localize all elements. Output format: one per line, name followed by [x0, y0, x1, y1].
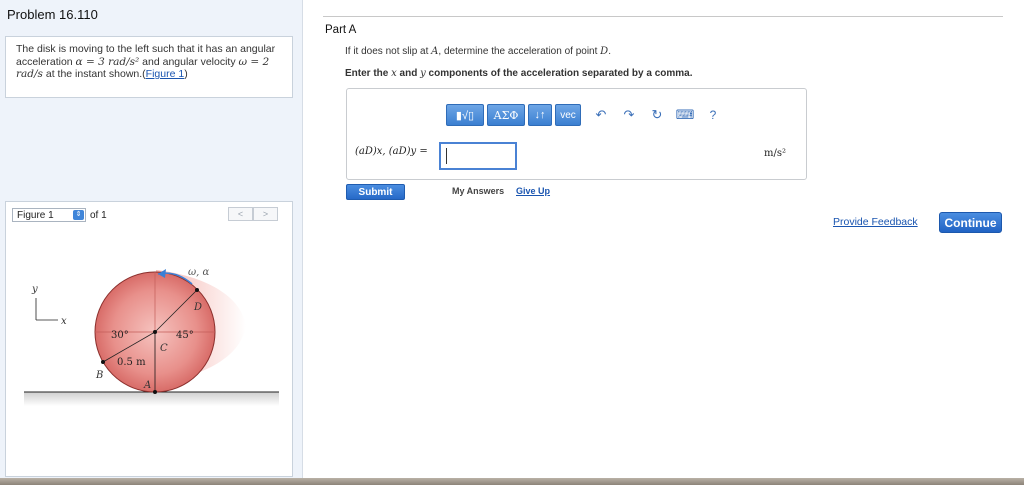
figure-toolbar: Figure 1 ⇕ of 1: [12, 208, 107, 222]
label-A: A: [143, 380, 151, 391]
instruction-a: Enter the: [345, 68, 392, 79]
greek-symbols-button[interactable]: ΑΣΦ: [487, 104, 525, 126]
submit-button[interactable]: Submit: [346, 184, 405, 200]
templates-button[interactable]: ▮√▯: [446, 104, 484, 126]
answer-box: ▮√▯ ΑΣΦ ↓↑ vec ↶ ↷ ↻ ⌨ ? (aD)x, (aD)y = …: [346, 88, 807, 180]
label-D: D: [193, 302, 202, 313]
question-c: .: [608, 46, 611, 57]
vector-button[interactable]: vec: [555, 104, 581, 126]
figure-nav: < >: [228, 207, 278, 221]
figure-select-value: Figure 1: [17, 209, 54, 221]
next-figure-button[interactable]: >: [253, 207, 278, 221]
instruction-text: Enter the x and y components of the acce…: [345, 68, 693, 79]
arrows-button[interactable]: ↓↑: [528, 104, 552, 126]
math-toolbar: ▮√▯ ΑΣΦ ↓↑ vec ↶ ↷ ↻ ⌨ ?: [446, 104, 724, 126]
problem-text-line-1: The disk is moving to the left such that…: [16, 43, 276, 55]
problem-text-2a: acceleration: [16, 55, 76, 68]
question-text: If it does not slip at A, determine the …: [345, 46, 611, 57]
question-b: , determine the acceleration of point: [438, 46, 601, 57]
figure-count: of 1: [90, 209, 107, 221]
problem-statement: The disk is moving to the left such that…: [5, 36, 293, 98]
answer-unit: m/s²: [764, 148, 786, 159]
problem-text-line-2: acceleration α = 3 rad/s² and angular ve…: [16, 56, 282, 69]
label-C: C: [160, 343, 168, 354]
label-y: y: [31, 284, 38, 295]
continue-button[interactable]: Continue: [939, 212, 1002, 233]
keyboard-icon[interactable]: ⌨: [674, 104, 696, 126]
window-bottom-edge: [0, 478, 1024, 485]
disk-figure: y x ω, α D C B A 30° 45° 0.5 m: [24, 267, 279, 406]
point-D: [195, 288, 199, 292]
equation-label: (aD)x, (aD)y =: [355, 146, 428, 157]
figure-link[interactable]: Figure 1: [146, 68, 185, 80]
question-point-D: D: [600, 46, 609, 57]
figure-select[interactable]: Figure 1 ⇕: [12, 208, 86, 222]
ground-shade: [24, 392, 279, 406]
point-C: [153, 330, 157, 334]
my-answers-label: My Answers: [452, 186, 505, 196]
part-title: Part A: [325, 24, 357, 36]
label-30-deg: 30°: [111, 330, 129, 341]
label-45-deg: 45°: [176, 330, 194, 341]
point-A: [153, 390, 157, 394]
provide-feedback-link[interactable]: Provide Feedback: [833, 216, 918, 228]
answer-input[interactable]: [439, 142, 517, 170]
problem-text-line-3: rad/s at the instant shown.(Figure 1): [16, 68, 282, 81]
problem-text-3b: at the instant shown.(: [42, 68, 146, 80]
question-a: If it does not slip at: [345, 46, 432, 57]
label-x: x: [61, 316, 67, 327]
label-omega-alpha: ω, α: [188, 267, 210, 278]
problem-title: Problem 16.110: [7, 7, 98, 22]
instruction-c: components of the acceleration separated…: [425, 68, 693, 79]
figure-viewer: Figure 1 ⇕ of 1 < > y x ω, α D C B A 30°…: [5, 201, 293, 477]
point-B: [101, 360, 105, 364]
redo-icon[interactable]: ↷: [618, 104, 640, 126]
alpha-value: α = 3 rad/s²: [75, 55, 140, 68]
give-up-link[interactable]: Give Up: [516, 186, 550, 196]
problem-text-2b: and angular velocity: [139, 55, 239, 68]
text-caret: [446, 148, 447, 164]
label-B: B: [95, 370, 103, 381]
omega-unit: rad/s: [16, 68, 43, 80]
reset-icon[interactable]: ↻: [646, 104, 668, 126]
problem-panel: Problem 16.110 The disk is moving to the…: [0, 0, 303, 485]
select-arrows-icon: ⇕: [73, 210, 84, 220]
label-radius: 0.5 m: [117, 357, 146, 368]
problem-text-3c: ): [184, 68, 188, 80]
help-icon[interactable]: ?: [702, 104, 724, 126]
instruction-b: and: [396, 68, 421, 79]
omega-value: ω = 2: [238, 55, 270, 68]
undo-icon[interactable]: ↶: [590, 104, 612, 126]
prev-figure-button[interactable]: <: [228, 207, 253, 221]
part-divider: [323, 16, 1003, 17]
